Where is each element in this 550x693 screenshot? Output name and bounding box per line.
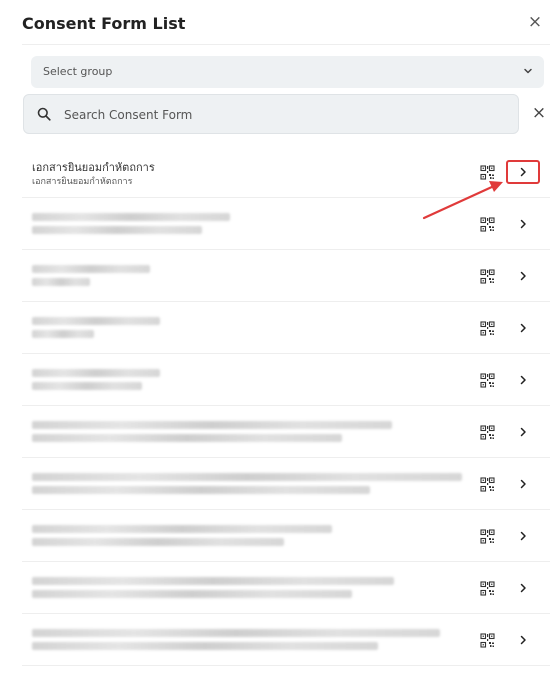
- redacted-text: [32, 265, 150, 273]
- redacted-text: [32, 590, 352, 598]
- redacted-text: [32, 278, 90, 286]
- search-field[interactable]: [23, 94, 519, 134]
- redacted-text: [32, 577, 394, 585]
- chevron-right-icon: [520, 167, 526, 177]
- search-input[interactable]: [62, 104, 506, 126]
- redacted-text: [32, 382, 142, 390]
- chevron-right-icon: [520, 427, 526, 437]
- consent-form-subtitle: เอกสารยินยอมกำหัตถการ: [32, 177, 133, 187]
- chevron-right-icon: [520, 323, 526, 333]
- chevron-right-icon: [520, 635, 526, 645]
- open-form-button[interactable]: [506, 368, 540, 392]
- consent-form-row[interactable]: [22, 562, 550, 614]
- open-form-button[interactable]: [506, 316, 540, 340]
- chevron-right-icon: [520, 479, 526, 489]
- group-select[interactable]: Select group: [31, 56, 544, 88]
- redacted-text: [32, 330, 94, 338]
- clear-search-icon[interactable]: ×: [530, 104, 548, 122]
- redacted-text: [32, 369, 160, 377]
- chevron-right-icon: [520, 531, 526, 541]
- consent-form-row[interactable]: [22, 302, 550, 354]
- consent-form-row[interactable]: [22, 406, 550, 458]
- header-divider: [22, 44, 550, 45]
- open-form-button[interactable]: [506, 472, 540, 496]
- consent-form-row[interactable]: [22, 614, 550, 666]
- qr-code-icon[interactable]: [480, 477, 495, 492]
- group-select-value: Select group: [43, 65, 113, 78]
- consent-form-row[interactable]: [22, 354, 550, 406]
- redacted-text: [32, 213, 230, 221]
- consent-form-row[interactable]: [22, 250, 550, 302]
- consent-form-row[interactable]: [22, 458, 550, 510]
- redacted-text: [32, 473, 462, 481]
- redacted-text: [32, 525, 332, 533]
- chevron-right-icon: [520, 271, 526, 281]
- open-form-button[interactable]: [506, 524, 540, 548]
- open-form-button[interactable]: [506, 420, 540, 444]
- redacted-text: [32, 642, 378, 650]
- qr-code-icon[interactable]: [480, 633, 495, 648]
- chevron-right-icon: [520, 583, 526, 593]
- qr-code-icon[interactable]: [480, 529, 495, 544]
- chevron-right-icon: [520, 219, 526, 229]
- consent-form-list-panel: Consent Form List × Select group × เอกสา…: [0, 0, 550, 693]
- consent-form-row[interactable]: [22, 510, 550, 562]
- redacted-text: [32, 538, 284, 546]
- consent-form-row[interactable]: เอกสารยินยอมกำหัตถการ เอกสารยินยอมกำหัตถก…: [22, 146, 550, 198]
- redacted-text: [32, 226, 202, 234]
- redacted-text: [32, 629, 440, 637]
- open-form-button[interactable]: [506, 212, 540, 236]
- search-icon: [37, 107, 51, 121]
- qr-code-icon[interactable]: [480, 217, 495, 232]
- open-form-button[interactable]: [506, 160, 540, 184]
- qr-code-icon[interactable]: [480, 321, 495, 336]
- consent-form-row[interactable]: [22, 198, 550, 250]
- qr-code-icon[interactable]: [480, 581, 495, 596]
- qr-code-icon[interactable]: [480, 425, 495, 440]
- chevron-right-icon: [520, 375, 526, 385]
- redacted-text: [32, 317, 160, 325]
- redacted-text: [32, 486, 370, 494]
- chevron-down-icon: [524, 68, 532, 74]
- page-title: Consent Form List: [22, 14, 186, 33]
- qr-code-icon[interactable]: [480, 373, 495, 388]
- redacted-text: [32, 434, 342, 442]
- qr-code-icon[interactable]: [480, 269, 495, 284]
- close-icon[interactable]: ×: [526, 13, 544, 31]
- open-form-button[interactable]: [506, 264, 540, 288]
- open-form-button[interactable]: [506, 576, 540, 600]
- redacted-text: [32, 421, 392, 429]
- panel-header: Consent Form List ×: [0, 0, 550, 44]
- open-form-button[interactable]: [506, 628, 540, 652]
- qr-code-icon[interactable]: [480, 165, 495, 180]
- consent-form-list: เอกสารยินยอมกำหัตถการ เอกสารยินยอมกำหัตถก…: [22, 146, 550, 666]
